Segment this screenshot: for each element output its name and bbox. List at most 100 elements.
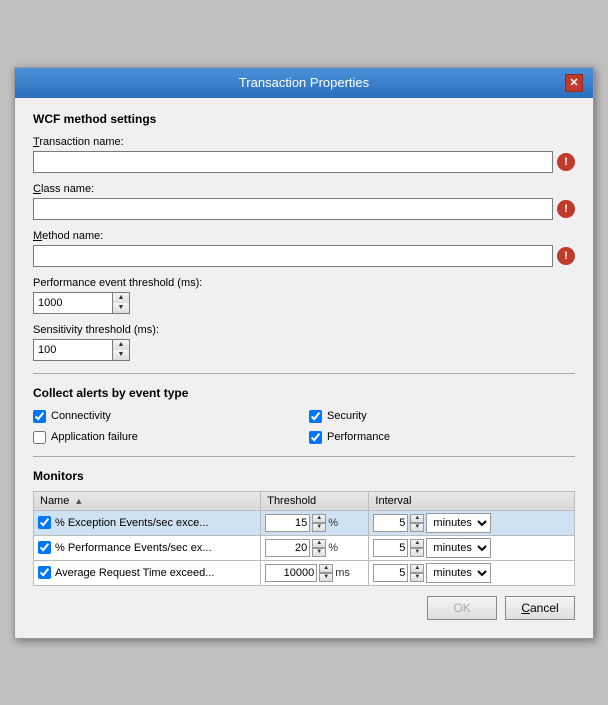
row1-threshold-cell: ▲ ▼ % — [261, 510, 369, 535]
sensitivity-threshold-down[interactable]: ▼ — [113, 350, 129, 360]
connectivity-checkbox-item[interactable]: Connectivity — [33, 410, 299, 423]
alerts-section-title: Collect alerts by event type — [33, 386, 575, 400]
perf-threshold-input[interactable] — [33, 292, 113, 314]
sensitivity-threshold-row: ▲ ▼ — [33, 339, 575, 361]
method-name-label: Method name: — [33, 230, 575, 242]
method-name-input[interactable] — [33, 245, 553, 267]
divider-1 — [33, 373, 575, 374]
monitors-title: Monitors — [33, 469, 575, 483]
row2-name-text: % Performance Events/sec ex... — [55, 542, 212, 554]
performance-checkbox[interactable] — [309, 431, 322, 444]
security-label: Security — [327, 410, 367, 422]
wcf-section-title: WCF method settings — [33, 112, 575, 126]
row3-threshold-input[interactable] — [265, 564, 317, 582]
sensitivity-threshold-spinner: ▲ ▼ — [113, 339, 130, 361]
table-row: % Performance Events/sec ex... ▲ ▼ % — [34, 535, 575, 560]
perf-threshold-down[interactable]: ▼ — [113, 303, 129, 313]
method-name-row: ! — [33, 245, 575, 267]
perf-threshold-row: ▲ ▼ — [33, 292, 575, 314]
row3-interval-up[interactable]: ▲ — [410, 564, 424, 573]
row1-threshold-up[interactable]: ▲ — [312, 514, 326, 523]
table-header-row: Name ▲ Threshold Interval — [34, 491, 575, 510]
sensitivity-threshold-input[interactable] — [33, 339, 113, 361]
row2-threshold-unit: % — [328, 542, 338, 554]
method-name-error-icon: ! — [557, 247, 575, 265]
row1-name-text: % Exception Events/sec exce... — [55, 517, 208, 529]
dialog-title: Transaction Properties — [43, 75, 565, 90]
row1-interval-down[interactable]: ▼ — [410, 523, 424, 532]
security-checkbox-item[interactable]: Security — [309, 410, 575, 423]
perf-threshold-up[interactable]: ▲ — [113, 293, 129, 303]
row1-threshold-unit: % — [328, 517, 338, 529]
transaction-name-error-icon: ! — [557, 153, 575, 171]
title-bar: Transaction Properties ✕ — [15, 68, 593, 98]
row1-interval-select[interactable]: minutes hours days — [426, 513, 491, 533]
app-failure-checkbox-item[interactable]: Application failure — [33, 431, 299, 444]
monitors-table: Name ▲ Threshold Interval % Exception — [33, 491, 575, 586]
row2-interval-cell: ▲ ▼ minutes hours days — [369, 535, 575, 560]
row3-threshold-up[interactable]: ▲ — [319, 564, 333, 573]
transaction-name-input[interactable] — [33, 151, 553, 173]
row3-interval-cell: ▲ ▼ minutes hours days — [369, 560, 575, 585]
row2-interval-input[interactable] — [373, 539, 408, 557]
col-interval-header: Interval — [369, 491, 575, 510]
class-name-label: Class name: — [33, 183, 575, 195]
row2-checkbox[interactable] — [38, 541, 51, 554]
row3-name-cell: Average Request Time exceed... — [34, 560, 261, 585]
row2-name-cell: % Performance Events/sec ex... — [34, 535, 261, 560]
col-threshold-header: Threshold — [261, 491, 369, 510]
row1-threshold-input[interactable] — [265, 514, 310, 532]
table-row: Average Request Time exceed... ▲ ▼ ms — [34, 560, 575, 585]
dialog-body: WCF method settings Transaction name: ! … — [15, 98, 593, 638]
transaction-properties-dialog: Transaction Properties ✕ WCF method sett… — [14, 67, 594, 639]
wcf-section: WCF method settings Transaction name: ! … — [33, 112, 575, 361]
row2-threshold-cell: ▲ ▼ % — [261, 535, 369, 560]
row1-interval-cell: ▲ ▼ minutes hours days — [369, 510, 575, 535]
class-name-error-icon: ! — [557, 200, 575, 218]
row2-interval-select[interactable]: minutes hours days — [426, 538, 491, 558]
alerts-section: Collect alerts by event type Connectivit… — [33, 386, 575, 444]
connectivity-label: Connectivity — [51, 410, 111, 422]
close-button[interactable]: ✕ — [565, 74, 583, 92]
row2-threshold-up[interactable]: ▲ — [312, 539, 326, 548]
row3-interval-down[interactable]: ▼ — [410, 573, 424, 582]
transaction-name-row: ! — [33, 151, 575, 173]
cancel-button[interactable]: Cancel — [505, 596, 575, 620]
sort-arrow: ▲ — [74, 496, 83, 506]
button-row: OK Cancel — [33, 586, 575, 624]
row3-checkbox[interactable] — [38, 566, 51, 579]
app-failure-label: Application failure — [51, 431, 138, 443]
sensitivity-threshold-up[interactable]: ▲ — [113, 340, 129, 350]
col-name-header: Name ▲ — [34, 491, 261, 510]
performance-checkbox-item[interactable]: Performance — [309, 431, 575, 444]
monitors-section: Monitors Name ▲ Threshold Interval — [33, 469, 575, 586]
row2-threshold-input[interactable] — [265, 539, 310, 557]
divider-2 — [33, 456, 575, 457]
row1-interval-up[interactable]: ▲ — [410, 514, 424, 523]
security-checkbox[interactable] — [309, 410, 322, 423]
class-name-input[interactable] — [33, 198, 553, 220]
row3-interval-input[interactable] — [373, 564, 408, 582]
row3-threshold-down[interactable]: ▼ — [319, 573, 333, 582]
row2-threshold-down[interactable]: ▼ — [312, 548, 326, 557]
sensitivity-threshold-label: Sensitivity threshold (ms): — [33, 324, 575, 336]
transaction-name-label: Transaction name: — [33, 136, 575, 148]
row2-interval-up[interactable]: ▲ — [410, 539, 424, 548]
row1-checkbox[interactable] — [38, 516, 51, 529]
row1-interval-input[interactable] — [373, 514, 408, 532]
ok-button[interactable]: OK — [427, 596, 497, 620]
perf-threshold-spinner: ▲ ▼ — [113, 292, 130, 314]
performance-label: Performance — [327, 431, 390, 443]
row2-interval-down[interactable]: ▼ — [410, 548, 424, 557]
row3-interval-select[interactable]: minutes hours days — [426, 563, 491, 583]
row3-threshold-unit: ms — [335, 567, 350, 579]
class-name-row: ! — [33, 198, 575, 220]
row1-threshold-down[interactable]: ▼ — [312, 523, 326, 532]
row3-name-text: Average Request Time exceed... — [55, 567, 214, 579]
perf-threshold-label: Performance event threshold (ms): — [33, 277, 575, 289]
app-failure-checkbox[interactable] — [33, 431, 46, 444]
alerts-checkboxes-grid: Connectivity Security Application failur… — [33, 410, 575, 444]
row1-name-cell: % Exception Events/sec exce... — [34, 510, 261, 535]
connectivity-checkbox[interactable] — [33, 410, 46, 423]
table-row: % Exception Events/sec exce... ▲ ▼ % — [34, 510, 575, 535]
